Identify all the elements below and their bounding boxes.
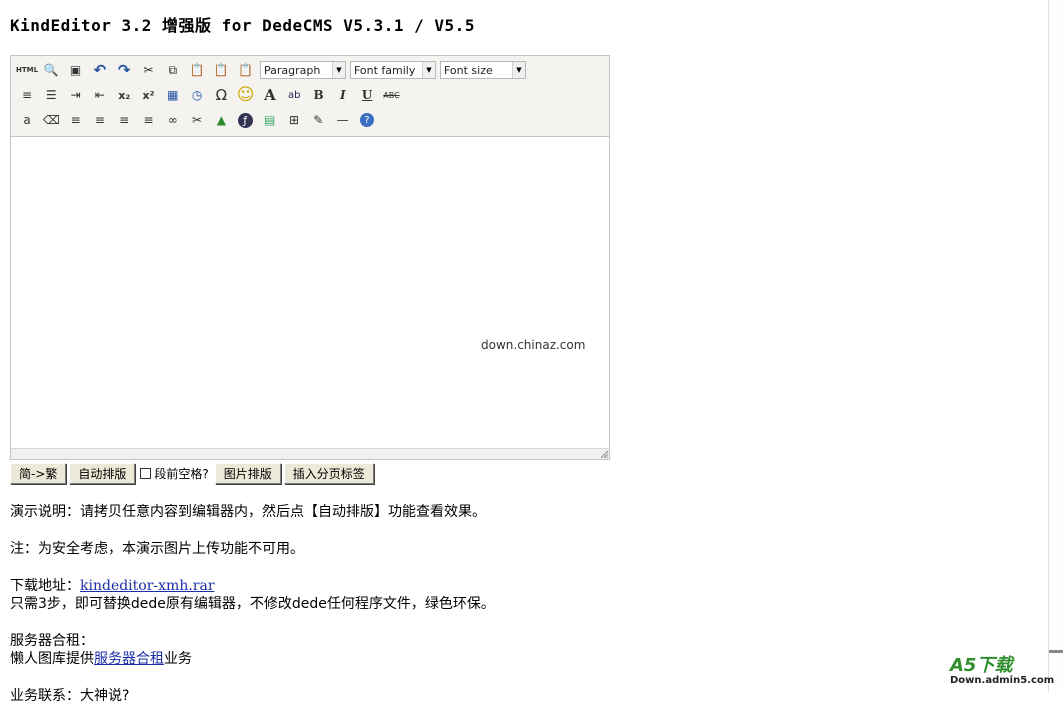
steps-note: 只需3步，即可替换dede原有编辑器，不修改dede任何程序文件，绿色环保。	[10, 596, 495, 612]
ordered-list-icon[interactable]: ≡	[17, 85, 37, 105]
download-label: 下载地址：	[10, 578, 80, 594]
horizontal-rule-icon[interactable]: —	[333, 110, 353, 130]
bold-icon[interactable]: B	[309, 85, 329, 105]
highlight-icon[interactable]: ab	[284, 85, 304, 105]
server-rental-link[interactable]: 服务器合租	[94, 651, 164, 667]
flash-icon[interactable]: ƒ	[237, 112, 253, 128]
link-icon[interactable]: ∞	[163, 110, 183, 130]
leading-space-label: 段前空格?	[154, 467, 209, 481]
special-char-icon[interactable]: Ω	[211, 85, 231, 105]
redo-icon[interactable]: ↷	[114, 60, 134, 80]
chevron-down-icon[interactable]: ▼	[331, 62, 345, 78]
editor-content-area[interactable]: down.chinaz.com	[11, 137, 609, 447]
insert-page-break-button[interactable]: 插入分页标签	[283, 463, 374, 484]
chevron-down-icon[interactable]: ▼	[421, 62, 435, 78]
layer-icon[interactable]: ✎	[308, 110, 328, 130]
underline-icon[interactable]: U	[357, 85, 377, 105]
format-select-value: Paragraph	[263, 63, 321, 77]
demo-note: 演示说明：请拷贝任意内容到编辑器内，然后点【自动排版】功能查看效果。	[10, 504, 486, 520]
fullscreen-icon[interactable]: ▣	[66, 60, 86, 80]
strikethrough-icon[interactable]: ABC	[381, 85, 401, 105]
download-line: 下载地址：kindeditor-xmh.rar	[10, 577, 495, 595]
leading-space-option[interactable]: 段前空格?	[140, 465, 209, 482]
auto-format-button[interactable]: 自动排版	[69, 463, 136, 484]
paste-plain-icon[interactable]: 📋	[211, 60, 231, 80]
font-size-select[interactable]: Font size ▼	[439, 61, 526, 79]
cutoff-line: 业务联系：大神说?	[10, 688, 130, 704]
italic-icon[interactable]: I	[333, 85, 353, 105]
vertical-scrollbar[interactable]	[1048, 0, 1063, 692]
preview-icon[interactable]: 🔍	[41, 60, 61, 80]
editor-toolbar: HTML 🔍 ▣ ↶ ↷ ✂ ⧉ 📋 📋 📋 Paragraph ▼ Font family ▼ Font …	[11, 56, 609, 137]
logo-big-text: A5下载	[950, 655, 1013, 676]
align-center-icon[interactable]: ≡	[90, 110, 110, 130]
security-note: 注：为安全考虑，本演示图片上传功能不可用。	[10, 541, 304, 557]
align-justify-icon[interactable]: ≡	[138, 110, 158, 130]
cut-icon[interactable]: ✂	[138, 60, 158, 80]
server-heading: 服务器合租：	[10, 633, 94, 649]
remove-format-icon[interactable]: ⌫	[41, 110, 61, 130]
scrollbar-track[interactable]	[1052, 0, 1061, 692]
paste-icon[interactable]: 📋	[187, 60, 207, 80]
about-icon[interactable]: ?	[359, 113, 374, 127]
undo-icon[interactable]: ↶	[90, 60, 110, 80]
unlink-icon[interactable]: ✂	[187, 110, 207, 130]
date-icon[interactable]: ▦	[163, 85, 183, 105]
text-color-icon[interactable]: A	[260, 85, 280, 105]
format-select[interactable]: Paragraph ▼	[259, 61, 346, 79]
leading-space-checkbox[interactable]	[140, 468, 152, 479]
unordered-list-icon[interactable]: ☰	[41, 85, 61, 105]
chevron-down-icon[interactable]: ▼	[511, 62, 525, 78]
server-line: 懒人图库提供服务器合租业务	[10, 650, 495, 668]
table-icon[interactable]: ⊞	[284, 110, 304, 130]
logo-small-text: Down.admin5.com	[950, 675, 1055, 686]
image-icon[interactable]: ▲	[211, 110, 231, 130]
server-prefix: 懒人图库提供	[10, 651, 94, 667]
outdent-icon[interactable]: ⇤	[90, 85, 110, 105]
image-format-button[interactable]: 图片排版	[214, 463, 281, 484]
superscript-icon[interactable]: x²	[138, 85, 158, 105]
toolbar-row-1: HTML 🔍 ▣ ↶ ↷ ✂ ⧉ 📋 📋 📋 Paragraph ▼ Font family ▼ Font …	[16, 59, 530, 81]
editor-statusbar	[11, 448, 609, 459]
server-suffix: 业务	[164, 651, 192, 667]
time-icon[interactable]: ◷	[187, 85, 207, 105]
subscript-icon[interactable]: x₂	[114, 85, 134, 105]
download-link[interactable]: kindeditor-xmh.rar	[80, 578, 215, 594]
font-family-select[interactable]: Font family ▼	[349, 61, 436, 79]
select-all-icon[interactable]: a	[17, 110, 37, 130]
paste-word-icon[interactable]: 📋	[236, 60, 256, 80]
action-bar: 简->繁 自动排版 段前空格? 图片排版 插入分页标签	[10, 463, 377, 484]
rich-text-editor: HTML 🔍 ▣ ↶ ↷ ✂ ⧉ 📋 📋 📋 Paragraph ▼ Font family ▼ Font …	[10, 55, 610, 460]
toolbar-row-2: ≡ ☰ ⇥ ⇤ x₂ x² ▦ ◷ Ω ☺ Aab B I U ABC	[17, 84, 406, 106]
align-left-icon[interactable]: ≡	[66, 110, 86, 130]
page-content: 演示说明：请拷贝任意内容到编辑器内，然后点【自动排版】功能查看效果。 注：为安全…	[10, 503, 495, 705]
indent-icon[interactable]: ⇥	[66, 85, 86, 105]
watermark-text: down.chinaz.com	[481, 338, 586, 352]
page-title: KindEditor 3.2 增强版 for DedeCMS V5.3.1 / …	[10, 16, 475, 35]
font-size-select-value: Font size	[443, 63, 493, 77]
simplified-traditional-button[interactable]: 简->繁	[10, 463, 67, 484]
copy-icon[interactable]: ⧉	[163, 60, 183, 80]
align-right-icon[interactable]: ≡	[114, 110, 134, 130]
resize-handle-icon[interactable]	[600, 450, 608, 458]
scrollbar-thumb[interactable]	[1049, 650, 1063, 653]
media-icon[interactable]: ▤	[260, 110, 280, 130]
font-family-select-value: Font family	[353, 63, 416, 77]
toolbar-row-3: a ⌫ ≡ ≡ ≡ ≡ ∞ ✂ ▲ ƒ ▤ ⊞ ✎ —?	[17, 109, 381, 131]
a5-logo: A5下载 Down.admin5.com	[950, 655, 1055, 687]
emoticon-icon[interactable]: ☺	[236, 85, 256, 105]
source-html-icon[interactable]: HTML	[16, 60, 38, 80]
